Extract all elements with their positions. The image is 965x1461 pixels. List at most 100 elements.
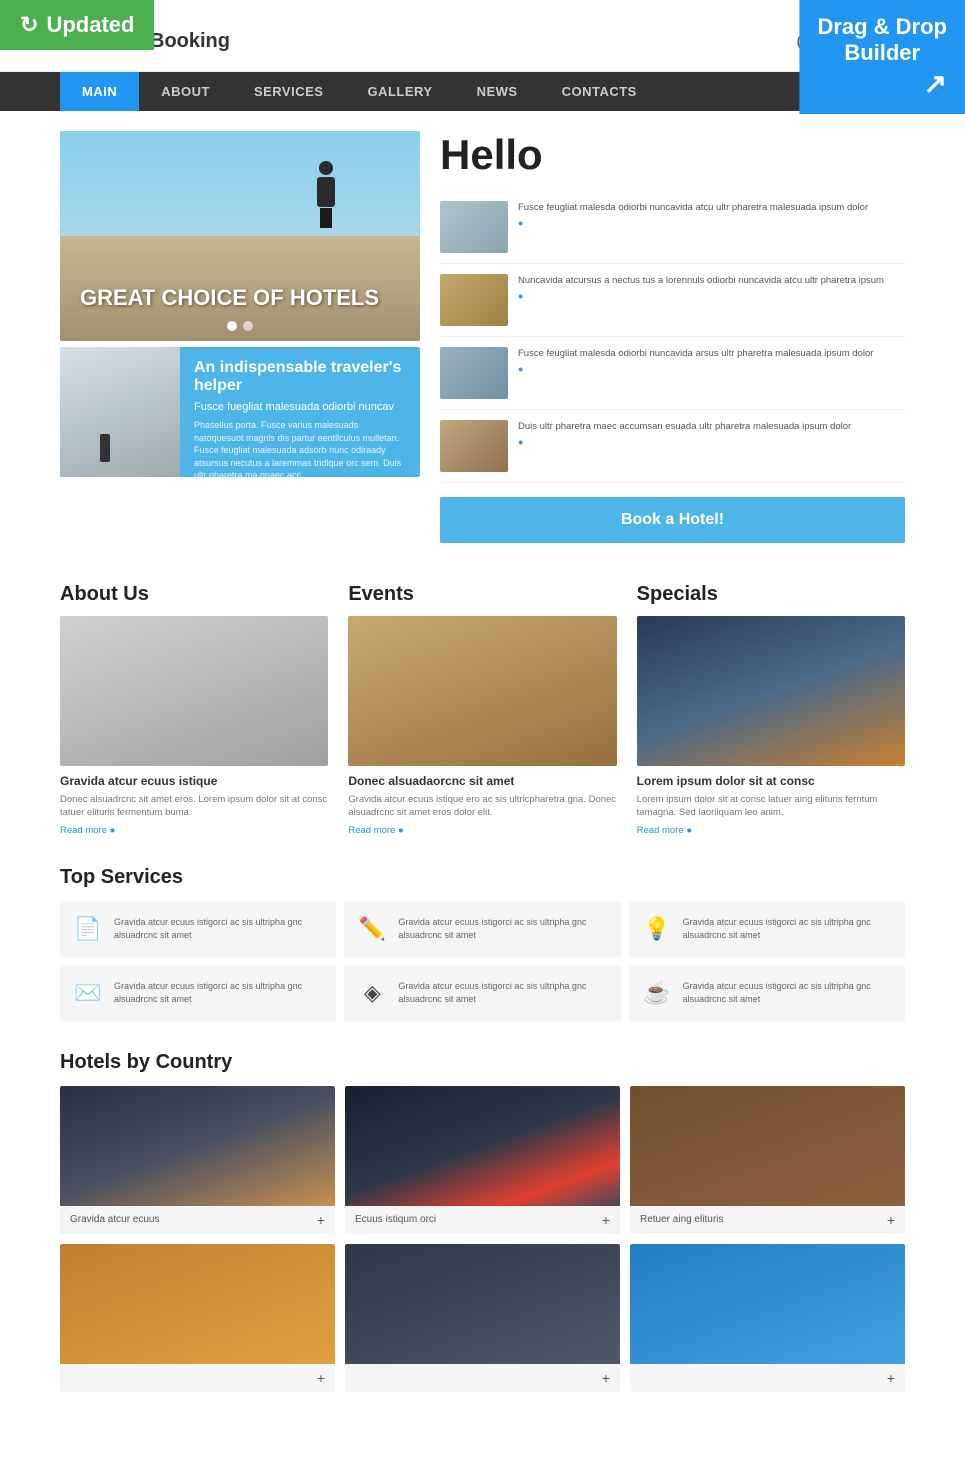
specials-read-more[interactable]: Read more ●: [637, 825, 905, 836]
sub-banner-title: An indispensable traveler's helper: [194, 359, 406, 395]
nav-item-contacts[interactable]: CONTACTS: [540, 72, 659, 111]
service-text-2: Gravida atcur ecuus istigorci ac sis ult…: [683, 916, 893, 941]
hello-title: Hello: [440, 131, 905, 179]
services-title: Top Services: [60, 866, 905, 889]
about-item-text: Donec alsuadrcnc sit amet eros. Lorem ip…: [60, 793, 328, 820]
services-grid: 📄 Gravida atcur ecuus istigorci ac sis u…: [60, 901, 905, 1021]
service-item-0: 📄 Gravida atcur ecuus istigorci ac sis u…: [60, 901, 336, 957]
nav-item-main[interactable]: MAIN: [60, 72, 139, 111]
hotel-img-2: [630, 1086, 905, 1206]
hotel-label-1: Ecuus istiqum orci +: [345, 1206, 620, 1234]
hero-dot-2[interactable]: [243, 321, 253, 331]
hotel-plus-0[interactable]: +: [317, 1212, 325, 1228]
refresh-icon: ↻: [20, 12, 38, 38]
news-thumb-3: [440, 347, 508, 399]
hotel-card-0: Gravida atcur ecuus +: [60, 1086, 335, 1234]
news-link-1[interactable]: ●: [518, 217, 905, 230]
about-col: About Us Gravida atcur ecuus istique Don…: [60, 583, 328, 836]
service-text-1: Gravida atcur ecuus istigorci ac sis ult…: [398, 916, 608, 941]
events-col: Events Donec alsuadaorcnc sit amet Gravi…: [348, 583, 616, 836]
hotel-img-5: [630, 1244, 905, 1364]
hotel-plus-2[interactable]: +: [887, 1212, 895, 1228]
about-image: [60, 616, 328, 766]
hotel-plus-1[interactable]: +: [602, 1212, 610, 1228]
hotels-by-country-section: Hotels by Country Gravida atcur ecuus + …: [0, 1041, 965, 1412]
service-icon-3: ✉️: [72, 977, 104, 1009]
hotels-grid: Gravida atcur ecuus + Ecuus istiqum orci…: [60, 1086, 905, 1392]
news-thumb-1: [440, 201, 508, 253]
three-col-section: About Us Gravida atcur ecuus istique Don…: [0, 563, 965, 856]
service-icon-1: ✏️: [356, 913, 388, 945]
nav-item-gallery[interactable]: GALLERY: [345, 72, 454, 111]
service-icon-4: ◈: [356, 977, 388, 1009]
news-item-3: Fusce feugliat malesda odiorbi nuncavida…: [440, 337, 905, 410]
updated-label: Updated: [46, 12, 134, 38]
specials-col: Specials Lorem ipsum dolor sit at consc …: [637, 583, 905, 836]
top-services-section: Top Services 📄 Gravida atcur ecuus istig…: [0, 856, 965, 1041]
about-title: About Us: [60, 583, 328, 606]
events-item-title: Donec alsuadaorcnc sit amet: [348, 774, 616, 788]
news-item-1: Fusce feugliat malesda odiorbi nuncavida…: [440, 191, 905, 264]
service-text-0: Gravida atcur ecuus istigorci ac sis ult…: [114, 916, 324, 941]
hotel-img-3: [60, 1244, 335, 1364]
hero-dot-1[interactable]: [227, 321, 237, 331]
right-column: Hello Fusce feugliat malesda odiorbi nun…: [440, 131, 905, 543]
events-read-more[interactable]: Read more ●: [348, 825, 616, 836]
hotel-card-2: Retuer aing elituris +: [630, 1086, 905, 1234]
hotel-label-3: +: [60, 1364, 335, 1392]
book-hotel-button[interactable]: Book a Hotel!: [440, 497, 905, 543]
events-title: Events: [348, 583, 616, 606]
specials-title: Specials: [637, 583, 905, 606]
sub-banner: An indispensable traveler's helper Fusce…: [60, 347, 420, 477]
sub-banner-image: [60, 347, 180, 477]
sub-banner-text: Phasellus porta. Fusce varius malesuads …: [194, 419, 406, 477]
service-icon-0: 📄: [72, 913, 104, 945]
news-text-4: Duis ultr pharetra maec accumsan esuada …: [518, 420, 905, 472]
hero-image: GREAT CHOICE OF HOTELS: [60, 131, 420, 341]
news-thumb-4: [440, 420, 508, 472]
news-thumb-2: [440, 274, 508, 326]
nav-item-services[interactable]: SERVICES: [232, 72, 346, 111]
news-link-2[interactable]: ●: [518, 290, 905, 303]
dnd-banner: Drag & Drop Builder ↗: [799, 0, 965, 114]
hotel-label-2: Retuer aing elituris +: [630, 1206, 905, 1234]
hotel-card-5: +: [630, 1244, 905, 1392]
service-item-2: 💡 Gravida atcur ecuus istigorci ac sis u…: [629, 901, 905, 957]
three-col-grid: About Us Gravida atcur ecuus istique Don…: [60, 583, 905, 836]
hotel-plus-3[interactable]: +: [317, 1370, 325, 1386]
about-read-more[interactable]: Read more ●: [60, 825, 328, 836]
service-item-4: ◈ Gravida atcur ecuus istigorci ac sis u…: [344, 965, 620, 1021]
hotel-card-4: +: [345, 1244, 620, 1392]
news-text-2: Nuncavida atcursus a nectus tus a lorenn…: [518, 274, 905, 326]
events-item-text: Gravida atcur ecuus istique ero ac sis u…: [348, 793, 616, 820]
news-item-4: Duis ultr pharetra maec accumsan esuada …: [440, 410, 905, 483]
hotels-title: Hotels by Country: [60, 1051, 905, 1074]
hotel-card-1: Ecuus istiqum orci +: [345, 1086, 620, 1234]
service-item-3: ✉️ Gravida atcur ecuus istigorci ac sis …: [60, 965, 336, 1021]
service-item-5: ☕ Gravida atcur ecuus istigorci ac sis u…: [629, 965, 905, 1021]
hero-dots: [227, 321, 253, 331]
specials-image: [637, 616, 905, 766]
nav-item-news[interactable]: NEWS: [455, 72, 540, 111]
hotel-img-0: [60, 1086, 335, 1206]
main-content: GREAT CHOICE OF HOTELS An indispensable …: [0, 111, 965, 563]
dnd-line2: Builder: [844, 40, 920, 65]
hero-text: GREAT CHOICE OF HOTELS: [80, 285, 379, 311]
hotel-img-4: [345, 1244, 620, 1364]
news-text-1: Fusce feugliat malesda odiorbi nuncavida…: [518, 201, 905, 253]
specials-item-title: Lorem ipsum dolor sit at consc: [637, 774, 905, 788]
nav-item-about[interactable]: ABOUT: [139, 72, 232, 111]
hotel-label-5: +: [630, 1364, 905, 1392]
news-link-3[interactable]: ●: [518, 363, 905, 376]
hotel-plus-5[interactable]: +: [887, 1370, 895, 1386]
hotel-plus-4[interactable]: +: [602, 1370, 610, 1386]
service-icon-2: 💡: [641, 913, 673, 945]
news-text-3: Fusce feugliat malesda odiorbi nuncavida…: [518, 347, 905, 399]
news-link-4[interactable]: ●: [518, 436, 905, 449]
sub-banner-content: An indispensable traveler's helper Fusce…: [180, 347, 420, 477]
service-text-5: Gravida atcur ecuus istigorci ac sis ult…: [683, 980, 893, 1005]
left-column: GREAT CHOICE OF HOTELS An indispensable …: [60, 131, 420, 543]
dnd-line1: Drag & Drop: [817, 14, 947, 39]
service-icon-5: ☕: [641, 977, 673, 1009]
specials-item-text: Lorem ipsum dolor sit at consc latuer ai…: [637, 793, 905, 820]
